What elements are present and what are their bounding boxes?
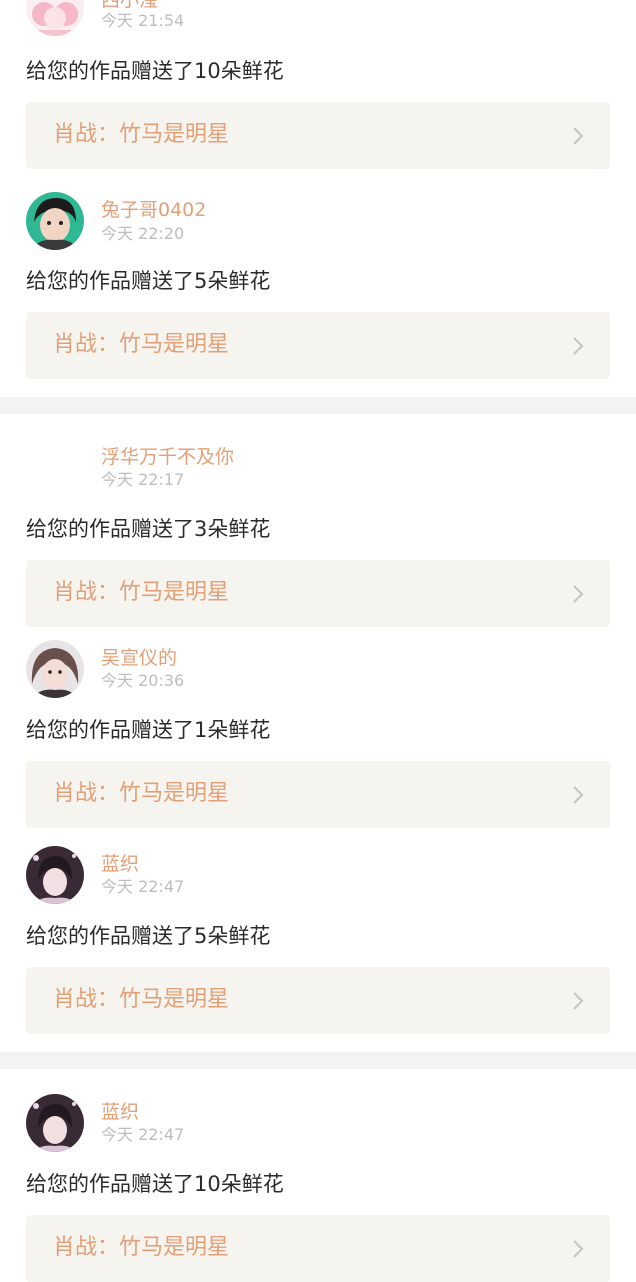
timestamp: 今天 22:47 (101, 1125, 185, 1144)
gift-message: 给您的作品赠送了10朵鲜花 (26, 59, 284, 83)
username[interactable]: 蓝织 (101, 1100, 139, 1124)
work-title: 肖战：竹马是明星 (53, 987, 230, 1012)
work-link-card[interactable]: 肖战：竹马是明星 (26, 967, 610, 1034)
avatar[interactable] (26, 846, 84, 904)
avatar[interactable] (26, 1094, 84, 1152)
timestamp: 今天 20:36 (101, 671, 185, 690)
section-divider (0, 397, 636, 414)
gift-message: 给您的作品赠送了5朵鲜花 (26, 924, 271, 948)
chevron-right-icon (573, 337, 584, 355)
work-title: 肖战：竹马是明星 (53, 781, 230, 806)
gift-message: 给您的作品赠送了3朵鲜花 (26, 517, 271, 541)
timestamp: 今天 22:20 (101, 224, 185, 243)
gift-message: 给您的作品赠送了1朵鲜花 (26, 718, 271, 742)
chevron-right-icon (573, 786, 584, 804)
work-link-card[interactable]: 肖战：竹马是明星 (26, 560, 610, 627)
timestamp: 今天 21:54 (101, 11, 185, 30)
timestamp: 今天 22:17 (101, 470, 185, 489)
chevron-right-icon (573, 127, 584, 145)
section-divider (0, 1052, 636, 1069)
work-link-card[interactable]: 肖战：竹马是明星 (26, 761, 610, 828)
username[interactable]: 兔子哥0402 (101, 198, 206, 222)
avatar[interactable] (26, 192, 84, 250)
timestamp: 今天 22:47 (101, 877, 185, 896)
work-link-card[interactable]: 肖战：竹马是明星 (26, 1215, 610, 1282)
gift-message: 给您的作品赠送了10朵鲜花 (26, 1172, 284, 1196)
work-title: 肖战：竹马是明星 (53, 332, 230, 357)
chevron-right-icon (573, 1240, 584, 1258)
chevron-right-icon (573, 992, 584, 1010)
work-link-card[interactable]: 肖战：竹马是明星 (26, 312, 610, 379)
work-title: 肖战：竹马是明星 (53, 580, 230, 605)
chevron-right-icon (573, 585, 584, 603)
username[interactable]: 吴宣仪的 (101, 646, 177, 670)
work-title: 肖战：竹马是明星 (53, 1235, 230, 1260)
work-title: 肖战：竹马是明星 (53, 122, 230, 147)
username[interactable]: 浮华万千不及你 (101, 445, 234, 469)
avatar[interactable] (26, 0, 84, 36)
avatar[interactable] (26, 640, 84, 698)
work-link-card[interactable]: 肖战：竹马是明星 (26, 102, 610, 169)
gift-message: 给您的作品赠送了5朵鲜花 (26, 269, 271, 293)
avatar[interactable] (26, 440, 84, 498)
username[interactable]: 蓝织 (101, 852, 139, 876)
